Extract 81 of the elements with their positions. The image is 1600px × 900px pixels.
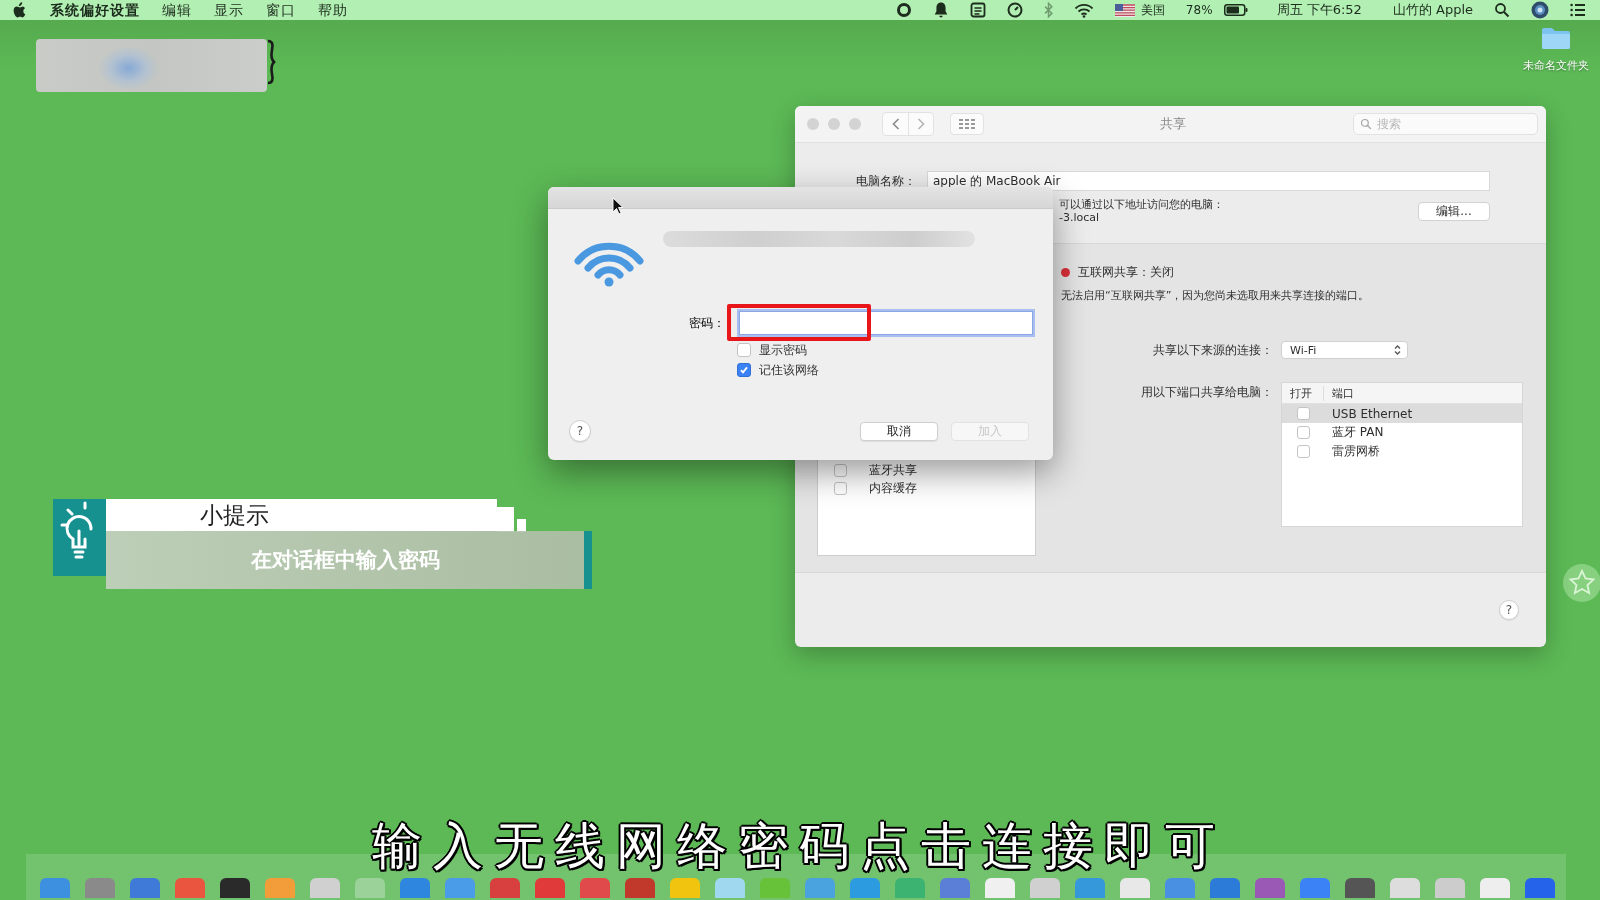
clock[interactable]: 周五 下午6:52 (1276, 0, 1362, 20)
status-message: 无法启用“互联网共享”，因为您尚未选取用来共享连接的端口。 (1061, 289, 1370, 303)
bluetooth-icon[interactable] (1043, 2, 1053, 18)
chevron-right-icon (917, 118, 925, 130)
close-button[interactable] (807, 118, 819, 130)
gauge-icon[interactable] (1006, 2, 1023, 18)
checkbox[interactable] (737, 363, 751, 377)
grid-icon (959, 119, 975, 129)
table-row[interactable]: 雷雳网桥 (1282, 442, 1522, 461)
apple-logo-icon[interactable] (13, 2, 26, 18)
app-icon[interactable] (220, 878, 250, 898)
menu-item[interactable]: 显示 (214, 0, 244, 20)
dialog-button[interactable]: 取消 (860, 421, 938, 441)
column-header[interactable]: 打开 (1282, 385, 1324, 401)
window-title: 共享 (1159, 115, 1186, 133)
subtitle: 输入无线网络密码点击连接即可 (372, 818, 1226, 874)
wifi-icon[interactable] (1073, 2, 1094, 18)
field-label: 用以下端口共享给电脑： (1141, 384, 1273, 401)
field-label: 共享以下来源的连接： (1153, 341, 1273, 359)
tip-caption: 在对话框中输入密码 (106, 531, 592, 589)
battery-percent: 78% (1185, 2, 1213, 19)
checkbox[interactable] (1296, 407, 1310, 420)
minimize-button[interactable] (828, 118, 840, 130)
search-field[interactable]: 搜索 (1353, 113, 1538, 135)
menu-item[interactable]: 系统偏好设置 (50, 0, 140, 20)
help-button[interactable]: ? (569, 420, 591, 442)
checkbox[interactable] (737, 343, 751, 357)
search-icon (1360, 118, 1372, 130)
table-cell: 雷雳网桥 (1332, 443, 1380, 460)
checkbox-label[interactable]: 显示密码 (759, 341, 807, 359)
user-name[interactable]: 山竹的 Apple (1392, 0, 1473, 20)
updown-icon (1394, 344, 1401, 356)
square-icon[interactable] (969, 2, 986, 18)
field-label: 密码： (689, 314, 726, 332)
menu-item[interactable]: 窗口 (266, 0, 296, 20)
folder-icon[interactable] (1541, 27, 1571, 49)
checkbox[interactable] (1296, 426, 1310, 439)
checkbox[interactable] (834, 463, 847, 477)
battery-icon[interactable] (1223, 4, 1248, 16)
menu-item[interactable]: 编辑 (162, 0, 192, 20)
orb-icon[interactable] (1531, 1, 1549, 19)
service-label[interactable]: 蓝牙共享 (869, 461, 917, 479)
input-source-label[interactable]: 美国 (1140, 0, 1165, 20)
field-label: 电脑名称： (855, 172, 916, 190)
chevron-left-icon (891, 118, 900, 130)
edit-button[interactable]: 编辑... (1418, 202, 1490, 221)
table-row[interactable]: 蓝牙 PAN (1282, 423, 1522, 442)
cursor-icon (612, 197, 624, 215)
zoom-button[interactable] (849, 118, 861, 130)
flag-icon[interactable] (1114, 3, 1135, 17)
menu-item[interactable]: 帮助 (318, 0, 348, 20)
status-text: 互联网共享：关闭 (1078, 263, 1174, 281)
column-header[interactable]: 端口 (1324, 385, 1354, 401)
app-icon[interactable] (1255, 878, 1285, 898)
address-note: 可以通过以下地址访问您的电脑： (1059, 198, 1224, 211)
app-icon[interactable] (1345, 878, 1375, 898)
check-icon (739, 365, 749, 375)
checkbox[interactable] (834, 481, 847, 495)
curly-brace-icon (266, 39, 276, 85)
checkbox[interactable] (1296, 445, 1310, 458)
table-cell: 蓝牙 PAN (1332, 424, 1384, 441)
table-cell: USB Ethernet (1332, 406, 1413, 421)
tip-title: 小提示 (106, 499, 497, 531)
help-button[interactable]: ? (1499, 600, 1519, 620)
service-label[interactable]: 内容缓存 (869, 479, 917, 497)
app-icon[interactable] (625, 878, 655, 898)
lightbulb-icon (53, 499, 106, 576)
app-icon[interactable] (1525, 878, 1555, 898)
search-icon[interactable] (1494, 2, 1510, 18)
source-popup[interactable]: Wi-Fi (1281, 341, 1408, 359)
table-row[interactable]: USB Ethernet (1282, 404, 1522, 423)
bell-icon[interactable] (932, 2, 949, 18)
list-icon[interactable] (1570, 2, 1586, 18)
password-field[interactable] (739, 311, 1033, 335)
blocks-decoration-icon (497, 507, 527, 532)
ring-icon[interactable] (895, 2, 912, 18)
checkbox-label[interactable]: 记住该网络 (759, 361, 819, 379)
address-text: -3.local (1059, 211, 1101, 224)
star-icon (1560, 563, 1600, 603)
computer-name-field[interactable]: apple 的 MacBook Air (927, 171, 1490, 191)
show-all-button[interactable] (950, 113, 984, 135)
